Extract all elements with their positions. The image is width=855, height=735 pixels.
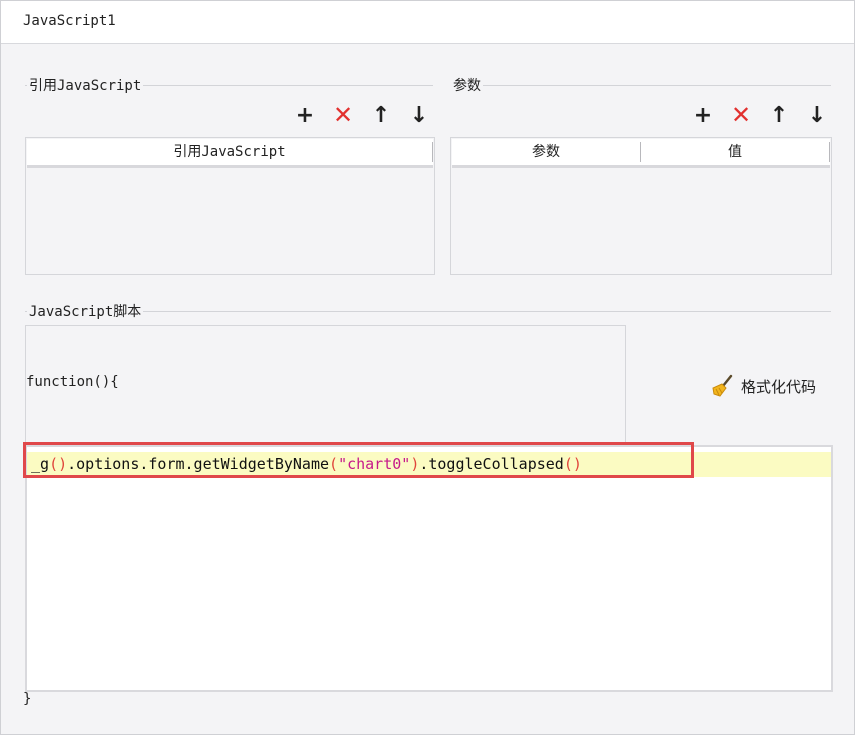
- ref-add-button[interactable]: +: [293, 102, 317, 128]
- code-line-1[interactable]: _g().options.form.getWidgetByName("chart…: [31, 453, 582, 475]
- plus-icon: +: [295, 102, 315, 128]
- arrow-down-icon: ↓: [807, 102, 827, 128]
- delete-x-icon: ✕: [730, 101, 752, 129]
- broom-icon: [712, 374, 733, 397]
- format-code-button[interactable]: 格式化代码: [711, 374, 816, 398]
- ref-move-up-button[interactable]: ↑: [369, 102, 393, 128]
- format-code-label: 格式化代码: [741, 377, 817, 396]
- param-toolbar: + ✕ ↑ ↓: [691, 101, 829, 129]
- dialog-frame: JavaScript1 引用JavaScript + ✕ ↑ ↓ 引用JavaS…: [0, 0, 855, 735]
- arrow-up-icon: ↑: [769, 102, 789, 128]
- plus-icon: +: [693, 102, 713, 128]
- code-token: .options.form.getWidgetByName: [67, 455, 330, 473]
- code-editor[interactable]: _g().options.form.getWidgetByName("chart…: [25, 445, 833, 692]
- code-paren: ): [410, 455, 420, 473]
- param-add-button[interactable]: +: [691, 102, 715, 128]
- column-header-value[interactable]: 值: [641, 142, 830, 162]
- param-delete-button[interactable]: ✕: [729, 101, 753, 129]
- param-table-header: 参数 值: [452, 139, 830, 168]
- arrow-up-icon: ↑: [371, 102, 391, 128]
- script-section-rule: [25, 311, 831, 312]
- ref-delete-button[interactable]: ✕: [331, 101, 355, 129]
- window-title: JavaScript1: [23, 13, 116, 29]
- script-section-legend: JavaScript脚本: [27, 301, 144, 321]
- code-paren: (: [329, 455, 339, 473]
- ref-js-table-header: 引用JavaScript: [27, 139, 433, 168]
- param-section-legend: 参数: [451, 75, 483, 95]
- ref-move-down-button[interactable]: ↓: [407, 102, 431, 128]
- param-move-down-button[interactable]: ↓: [805, 102, 829, 128]
- function-open-text: function(){: [26, 374, 119, 390]
- code-paren: (): [563, 455, 582, 473]
- delete-x-icon: ✕: [332, 101, 354, 129]
- title-bar: JavaScript1: [1, 1, 854, 44]
- param-move-up-button[interactable]: ↑: [767, 102, 791, 128]
- param-table[interactable]: 参数 值: [450, 137, 832, 275]
- param-section-rule: [451, 85, 831, 86]
- code-token: .toggleCollapsed: [419, 455, 564, 473]
- code-string: "chart0": [338, 455, 411, 473]
- ref-toolbar: + ✕ ↑ ↓: [293, 101, 431, 129]
- code-token: _g: [31, 455, 50, 473]
- column-header-param[interactable]: 参数: [452, 142, 641, 162]
- ref-js-table[interactable]: 引用JavaScript: [25, 137, 435, 275]
- ref-section-legend: 引用JavaScript: [27, 75, 144, 95]
- column-header-ref-js[interactable]: 引用JavaScript: [27, 142, 433, 162]
- arrow-down-icon: ↓: [409, 102, 429, 128]
- function-close-text: }: [23, 691, 32, 707]
- code-paren: (): [49, 455, 68, 473]
